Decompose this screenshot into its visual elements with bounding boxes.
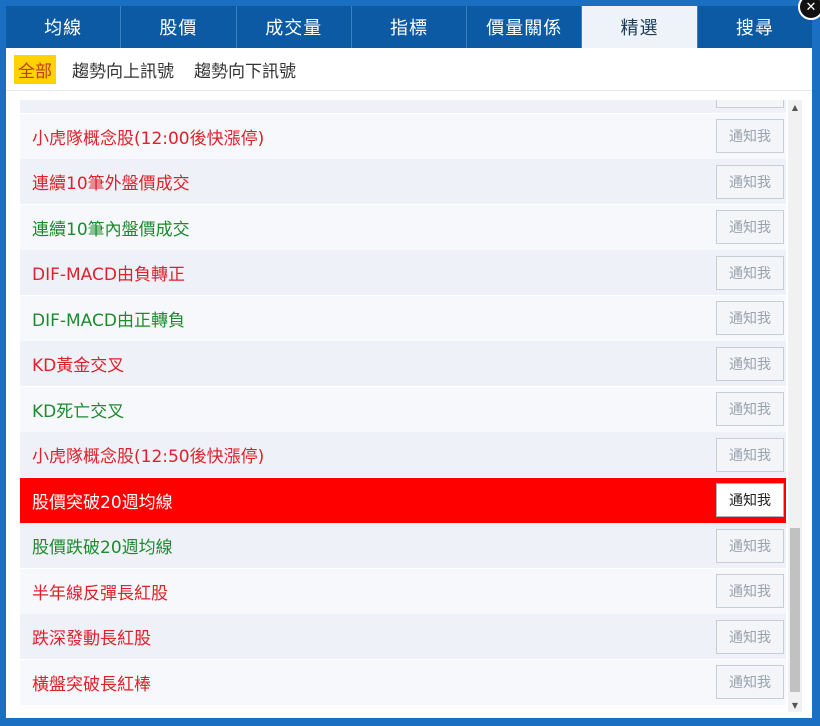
signal-label: 橫盤突破長紅棒: [32, 674, 151, 695]
signal-label: DIF-MACD由正轉負: [32, 310, 185, 331]
list-item[interactable]: 股價跌破20週均線 通知我: [20, 523, 786, 568]
signal-label: KD死亡交叉: [32, 401, 125, 422]
notify-button[interactable]: 通知我: [716, 164, 784, 199]
tab-indicator[interactable]: 指標: [351, 6, 468, 48]
list-item[interactable]: 半年線反彈長紅股 通知我: [20, 568, 786, 614]
notify-button[interactable]: 通知我: [716, 346, 784, 381]
notify-button[interactable]: 通知我: [716, 392, 784, 426]
notify-button[interactable]: 通知我: [716, 619, 784, 654]
scroll-up-icon[interactable]: ▲: [788, 100, 802, 114]
notify-button[interactable]: 通知我: [716, 437, 784, 472]
tab-price[interactable]: 股價: [121, 6, 237, 48]
scrollbar[interactable]: ▲ ▼: [788, 100, 802, 712]
tab-volume[interactable]: 成交量: [236, 6, 352, 48]
list-item[interactable]: KD黃金交叉 通知我: [20, 341, 786, 386]
list-item[interactable]: 橫盤突破長紅棒 通知我: [20, 659, 786, 705]
scroll-down-icon[interactable]: ▼: [788, 698, 802, 712]
tab-search[interactable]: 搜尋: [697, 6, 812, 48]
list-item[interactable]: DIF-MACD由負轉正 通知我: [20, 250, 786, 295]
filter-bar: 全部 趨勢向上訊號 趨勢向下訊號: [6, 48, 812, 91]
signal-label: 連續10筆內盤價成交: [32, 219, 190, 240]
signal-label: KD黃金交叉: [32, 356, 125, 376]
notify-button[interactable]: 通知我: [716, 665, 784, 699]
scroll-thumb[interactable]: [790, 528, 800, 692]
list-item[interactable]: 連續10筆內盤價成交 通知我: [20, 204, 786, 250]
signal-label: DIF-MACD由負轉正: [32, 265, 185, 285]
list-item[interactable]: 跌深發動長紅股 通知我: [20, 614, 786, 659]
notify-button[interactable]: 通知我: [716, 100, 784, 108]
list-item[interactable]: KD死亡交叉 通知我: [20, 386, 786, 432]
list-item[interactable]: 通知我: [20, 100, 786, 113]
list-item[interactable]: DIF-MACD由正轉負 通知我: [20, 295, 786, 341]
list-item[interactable]: 小虎隊概念股(12:00後快漲停) 通知我: [20, 113, 786, 159]
signal-label: 連續10筆外盤價成交: [32, 174, 190, 194]
tab-bar: 均線 股價 成交量 指標 價量關係 精選 搜尋: [6, 6, 812, 48]
notify-button[interactable]: 通知我: [716, 301, 784, 335]
list-item[interactable]: 小虎隊概念股(12:50後快漲停) 通知我: [20, 432, 786, 477]
dialog-frame: 均線 股價 成交量 指標 價量關係 精選 搜尋 ✕ 全部 趨勢向上訊號 趨勢向下…: [0, 0, 820, 726]
notify-button[interactable]: 通知我: [716, 210, 784, 244]
tab-price-volume[interactable]: 價量關係: [467, 6, 583, 48]
tab-moving-average[interactable]: 均線: [6, 6, 122, 48]
notify-button[interactable]: 通知我: [716, 255, 784, 290]
filter-trend-up[interactable]: 趨勢向上訊號: [68, 55, 178, 84]
filter-trend-down[interactable]: 趨勢向下訊號: [190, 55, 300, 84]
filter-all[interactable]: 全部: [14, 54, 56, 84]
notify-button[interactable]: 通知我: [716, 483, 784, 517]
list-item[interactable]: 股價突破20週均線 通知我: [20, 477, 786, 523]
signal-label: 半年線反彈長紅股: [32, 583, 168, 604]
signal-label: 股價跌破20週均線: [32, 538, 173, 558]
tab-featured[interactable]: 精選: [582, 6, 698, 48]
signal-list: 通知我小虎隊概念股(12:00後快漲停)通知我連續10筆外盤價成交通知我連續10…: [20, 100, 786, 712]
signal-label: 股價突破20週均線: [32, 492, 173, 513]
list-item[interactable]: 連續10筆外盤價成交 通知我: [20, 159, 786, 204]
signal-label: 小虎隊概念股(12:50後快漲停): [32, 447, 265, 467]
content-panel: 全部 趨勢向上訊號 趨勢向下訊號 通知我小虎隊概念股(12:00後快漲停)通知我…: [6, 48, 812, 718]
signal-label: 小虎隊概念股(12:00後快漲停): [32, 128, 265, 149]
notify-button[interactable]: 通知我: [716, 119, 784, 153]
signal-label: 跌深發動長紅股: [32, 629, 151, 649]
notify-button[interactable]: 通知我: [716, 528, 784, 563]
notify-button[interactable]: 通知我: [716, 574, 784, 608]
